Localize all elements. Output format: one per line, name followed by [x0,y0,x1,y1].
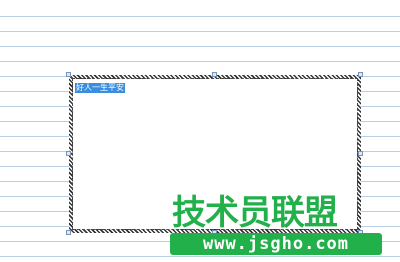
resize-handle-top-right[interactable] [358,72,363,77]
watermark-url: www.jsgho.com [170,233,382,255]
watermark-title: 技术员联盟 [172,193,338,233]
text-box-selected-text[interactable]: 好人一生平安 [75,83,125,93]
document-page: 好人一生平安 技术员联盟 www.jsgho.com [0,0,400,262]
resize-handle-top-center[interactable] [212,72,217,77]
resize-handle-middle-left[interactable] [66,151,71,156]
resize-handle-top-left[interactable] [66,72,71,77]
resize-handle-bottom-left[interactable] [66,230,71,235]
resize-handle-middle-right[interactable] [358,151,363,156]
